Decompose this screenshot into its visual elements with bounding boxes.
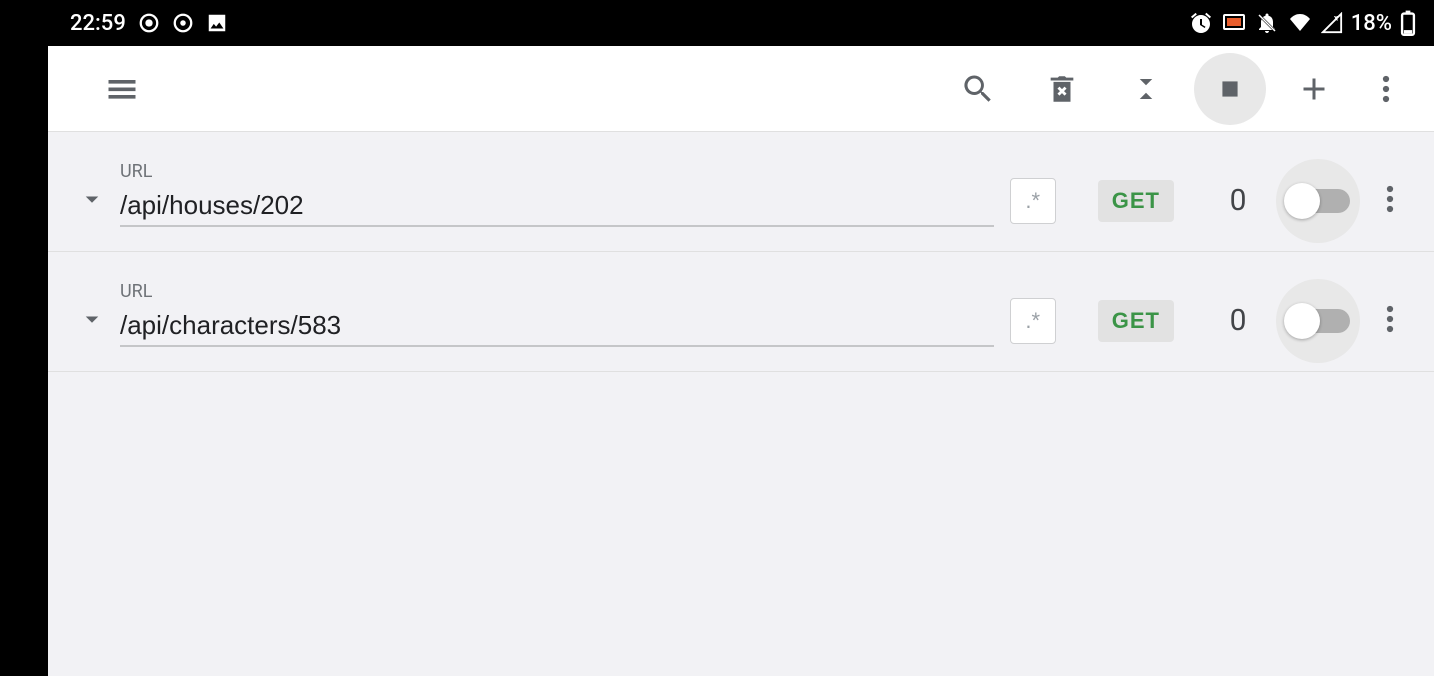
- cast-icon: [1221, 11, 1247, 35]
- menu-button[interactable]: [86, 53, 158, 125]
- expand-toggle[interactable]: [77, 304, 107, 337]
- record-stop-button[interactable]: [1194, 53, 1266, 125]
- url-field: URL: [120, 281, 994, 361]
- request-row: URL .* GET 0: [48, 132, 1434, 252]
- battery-percent: 18%: [1351, 11, 1392, 36]
- regex-toggle[interactable]: .*: [1010, 298, 1056, 344]
- match-count: 0: [1224, 183, 1252, 218]
- record-inner-icon: [172, 12, 194, 34]
- add-button[interactable]: [1278, 53, 1350, 125]
- svg-text:x: x: [1334, 13, 1339, 23]
- match-count: 0: [1224, 303, 1252, 338]
- request-list: URL .* GET 0 URL: [48, 132, 1434, 676]
- record-outer-icon: [138, 12, 160, 34]
- row-overflow-button[interactable]: [1386, 184, 1394, 217]
- clear-button[interactable]: [1026, 53, 1098, 125]
- http-method-chip[interactable]: GET: [1098, 180, 1174, 222]
- enable-toggle[interactable]: [1276, 159, 1360, 243]
- status-right: x 18%: [1189, 10, 1416, 36]
- image-icon: [206, 12, 228, 34]
- url-field: URL: [120, 161, 994, 241]
- row-overflow-button[interactable]: [1386, 304, 1394, 337]
- status-time: 22:59: [70, 11, 126, 36]
- alarm-icon: [1189, 11, 1213, 35]
- url-input[interactable]: [120, 188, 994, 227]
- url-label: URL: [120, 161, 994, 182]
- url-input[interactable]: [120, 308, 994, 347]
- url-label: URL: [120, 281, 994, 302]
- overflow-menu-button[interactable]: [1362, 53, 1410, 125]
- regex-toggle[interactable]: .*: [1010, 178, 1056, 224]
- wifi-icon: [1287, 13, 1313, 33]
- app-bar: [48, 46, 1434, 132]
- signal-icon: x: [1321, 12, 1343, 34]
- collapse-all-button[interactable]: [1110, 53, 1182, 125]
- expand-toggle[interactable]: [77, 184, 107, 217]
- enable-toggle[interactable]: [1276, 279, 1360, 363]
- status-left: 22:59: [70, 11, 228, 36]
- status-bar: 22:59 x 18%: [0, 0, 1434, 46]
- app-container: URL .* GET 0 URL: [48, 46, 1434, 676]
- request-row: URL .* GET 0: [48, 252, 1434, 372]
- notifications-off-icon: [1255, 11, 1279, 35]
- http-method-chip[interactable]: GET: [1098, 300, 1174, 342]
- search-button[interactable]: [942, 53, 1014, 125]
- battery-icon: [1400, 10, 1416, 36]
